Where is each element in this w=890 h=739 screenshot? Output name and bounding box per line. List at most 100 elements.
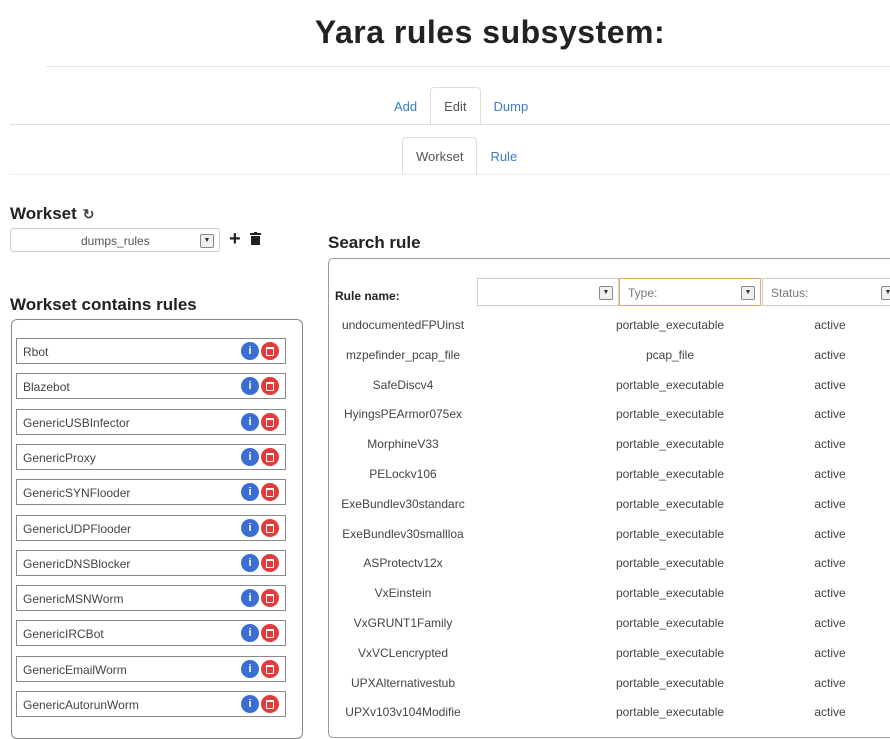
result-rule-name: PELockv106	[369, 467, 437, 481]
workset-rules-heading: Workset contains rules	[10, 295, 197, 314]
result-type: portable_executable	[615, 705, 725, 720]
result-status: active	[814, 437, 846, 452]
result-rule-name: mzpefinder_pcap_file	[345, 347, 461, 362]
info-icon[interactable]: i	[241, 624, 259, 643]
info-icon[interactable]: i	[241, 483, 259, 502]
tab-rule[interactable]: Rule	[477, 138, 530, 175]
delete-icon[interactable]	[261, 553, 279, 572]
workset-rule-item[interactable]: GenericMSNWorm i	[16, 585, 286, 612]
workset-rule-item[interactable]: GenericEmailWorm i	[16, 655, 286, 682]
title-divider	[46, 66, 890, 67]
table-row[interactable]: undocumentedFPUinst portable_executable ac…	[330, 311, 890, 341]
info-icon[interactable]: i	[241, 659, 259, 678]
result-status: active	[814, 586, 846, 601]
table-row[interactable]: ASProtectv12x portable_executable active	[330, 549, 890, 579]
tab-dump[interactable]: Dump	[481, 88, 542, 125]
refresh-icon[interactable]: ↻	[83, 206, 95, 223]
tab-add[interactable]: Add	[381, 88, 430, 125]
result-rule-name: UPXAlternativestub	[350, 675, 456, 690]
result-status: active	[814, 496, 846, 511]
workset-rule-item[interactable]: GenericUSBInfector i	[16, 408, 286, 435]
type-filter-placeholder: Type:	[628, 286, 658, 300]
delete-icon[interactable]	[261, 483, 279, 502]
table-row[interactable]: ExeBundlev30smallloa portable_executable a…	[330, 520, 890, 550]
table-row[interactable]: VxEinstein portable_executable active	[330, 579, 890, 609]
rule-item-name: GenericUDPFlooder	[23, 521, 132, 536]
sub-tabs: Workset Rule	[402, 137, 530, 175]
result-rule-name: ExeBundlev30smallloa	[342, 526, 464, 541]
workset-select[interactable]: dumps_rules ▼	[10, 228, 220, 252]
delete-icon[interactable]	[261, 518, 279, 537]
result-status: active	[814, 347, 846, 362]
add-workset-icon[interactable]: +	[229, 229, 241, 249]
result-status: active	[814, 377, 846, 392]
search-rule-heading: Search rule	[328, 233, 421, 252]
rule-item-name: GenericDNSBlocker	[23, 556, 131, 571]
tab-edit[interactable]: Edit	[430, 87, 481, 125]
result-status: active	[814, 675, 846, 690]
result-rule-name: VxGRUNT1Family	[353, 616, 453, 630]
result-rule-name: VxVCLencrypted	[357, 645, 449, 660]
delete-icon[interactable]	[261, 412, 279, 431]
delete-workset-icon[interactable]	[250, 232, 261, 250]
table-row[interactable]: SafeDiscv4 portable_executable active	[330, 371, 890, 401]
info-icon[interactable]: i	[241, 553, 259, 572]
result-status: active	[814, 467, 846, 481]
delete-icon[interactable]	[261, 447, 279, 466]
result-status: active	[814, 407, 846, 422]
table-row[interactable]: UPXAlternativestub portable_executable act…	[330, 669, 890, 699]
delete-icon[interactable]	[261, 342, 279, 360]
info-icon[interactable]: i	[241, 342, 259, 360]
result-status: active	[814, 645, 846, 660]
delete-icon[interactable]	[261, 589, 279, 608]
info-icon[interactable]: i	[241, 518, 259, 537]
info-icon[interactable]: i	[241, 589, 259, 608]
table-row[interactable]: VxGRUNT1Family portable_executable active	[330, 609, 890, 639]
delete-icon[interactable]	[261, 624, 279, 643]
chevron-down-icon[interactable]: ▼	[599, 286, 613, 300]
workset-rule-item[interactable]: GenericUDPFlooder i	[16, 514, 286, 541]
type-filter[interactable]: Type: ▼	[619, 278, 761, 306]
workset-rule-item[interactable]: GenericAutorunWorm i	[16, 691, 286, 717]
table-row[interactable]: MorphineV33 portable_executable active	[330, 430, 890, 460]
result-status: active	[814, 616, 846, 630]
delete-icon[interactable]	[261, 377, 279, 396]
workset-heading: Workset ↻	[10, 204, 95, 224]
result-type: portable_executable	[615, 556, 725, 571]
table-row[interactable]: PELockv106 portable_executable active	[330, 460, 890, 490]
workset-rule-item[interactable]: GenericDNSBlocker i	[16, 549, 286, 576]
delete-icon[interactable]	[261, 659, 279, 678]
table-row[interactable]: mzpefinder_pcap_file pcap_file active	[330, 341, 890, 371]
result-type: portable_executable	[615, 467, 725, 481]
info-icon[interactable]: i	[241, 695, 259, 713]
rule-item-name: GenericAutorunWorm	[23, 698, 139, 712]
result-rule-name: VxEinstein	[374, 586, 432, 601]
result-rule-name: SafeDiscv4	[372, 377, 434, 392]
workset-rule-item[interactable]: Blazebot i	[16, 373, 286, 400]
page-title: Yara rules subsystem:	[314, 14, 666, 50]
info-icon[interactable]: i	[241, 447, 259, 466]
table-row[interactable]: UPXv103v104Modifie portable_executable act…	[330, 698, 890, 728]
chevron-down-icon[interactable]: ▼	[741, 286, 755, 300]
chevron-down-icon[interactable]: ▼	[200, 234, 214, 248]
main-tabs: Add Edit Dump	[381, 87, 541, 125]
rule-name-filter[interactable]: ▼	[477, 278, 619, 306]
workset-rule-item[interactable]: Rbot i	[16, 338, 286, 364]
delete-icon[interactable]	[261, 695, 279, 713]
info-icon[interactable]: i	[241, 377, 259, 396]
table-row[interactable]: ExeBundlev30standarc portable_executable a…	[330, 490, 890, 520]
workset-rule-item[interactable]: GenericProxy i	[16, 443, 286, 470]
workset-rule-item[interactable]: GenericSYNFlooder i	[16, 479, 286, 506]
result-status: active	[814, 526, 846, 541]
workset-rule-item[interactable]: GenericIRCBot i	[16, 620, 286, 647]
tab-workset[interactable]: Workset	[402, 137, 478, 175]
workset-select-value: dumps_rules	[81, 234, 150, 248]
chevron-down-icon[interactable]: ▼	[881, 286, 890, 300]
rule-item-name: GenericMSNWorm	[23, 592, 124, 607]
status-filter[interactable]: Status: ▼	[762, 278, 890, 306]
result-type: portable_executable	[615, 496, 725, 511]
table-row[interactable]: HyingsPEArmor075ex portable_executable act…	[330, 400, 890, 430]
result-status: active	[814, 705, 846, 720]
table-row[interactable]: VxVCLencrypted portable_executable active	[330, 639, 890, 669]
info-icon[interactable]: i	[241, 412, 259, 431]
